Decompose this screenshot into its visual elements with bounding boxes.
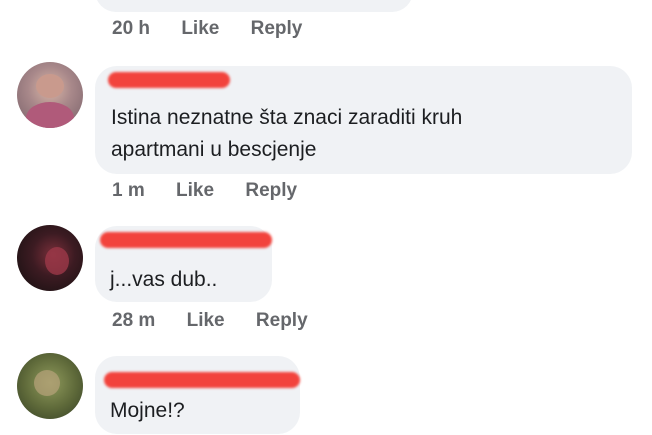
comment-text: Mojne!? <box>110 399 185 422</box>
comment-meta: 28 m Like Reply <box>112 310 308 332</box>
reply-button[interactable]: Reply <box>251 18 303 39</box>
comment-time[interactable]: 28 m <box>112 310 155 331</box>
avatar[interactable] <box>17 225 83 291</box>
redacted-author-name <box>104 372 300 388</box>
comment-text: j...vas dub.. <box>110 268 218 291</box>
comment-text: Istina neznatne šta znaci zaraditi kruh <box>111 106 463 129</box>
comment-meta: 1 m Like Reply <box>112 180 297 202</box>
reply-button[interactable]: Reply <box>245 180 297 201</box>
redacted-author-name <box>100 232 272 248</box>
comment-time[interactable]: 20 h <box>112 18 150 39</box>
reply-button[interactable]: Reply <box>256 310 308 331</box>
avatar[interactable] <box>17 353 83 419</box>
comment-meta: 20 h Like Reply <box>112 18 302 40</box>
like-button[interactable]: Like <box>181 18 219 39</box>
redacted-author-name <box>108 72 230 88</box>
like-button[interactable]: Like <box>187 310 225 331</box>
avatar[interactable] <box>17 62 83 128</box>
comment-text: apartmani u bescjenje <box>111 138 317 161</box>
comment-bubble <box>95 0 413 12</box>
like-button[interactable]: Like <box>176 180 214 201</box>
comment-time[interactable]: 1 m <box>112 180 145 201</box>
